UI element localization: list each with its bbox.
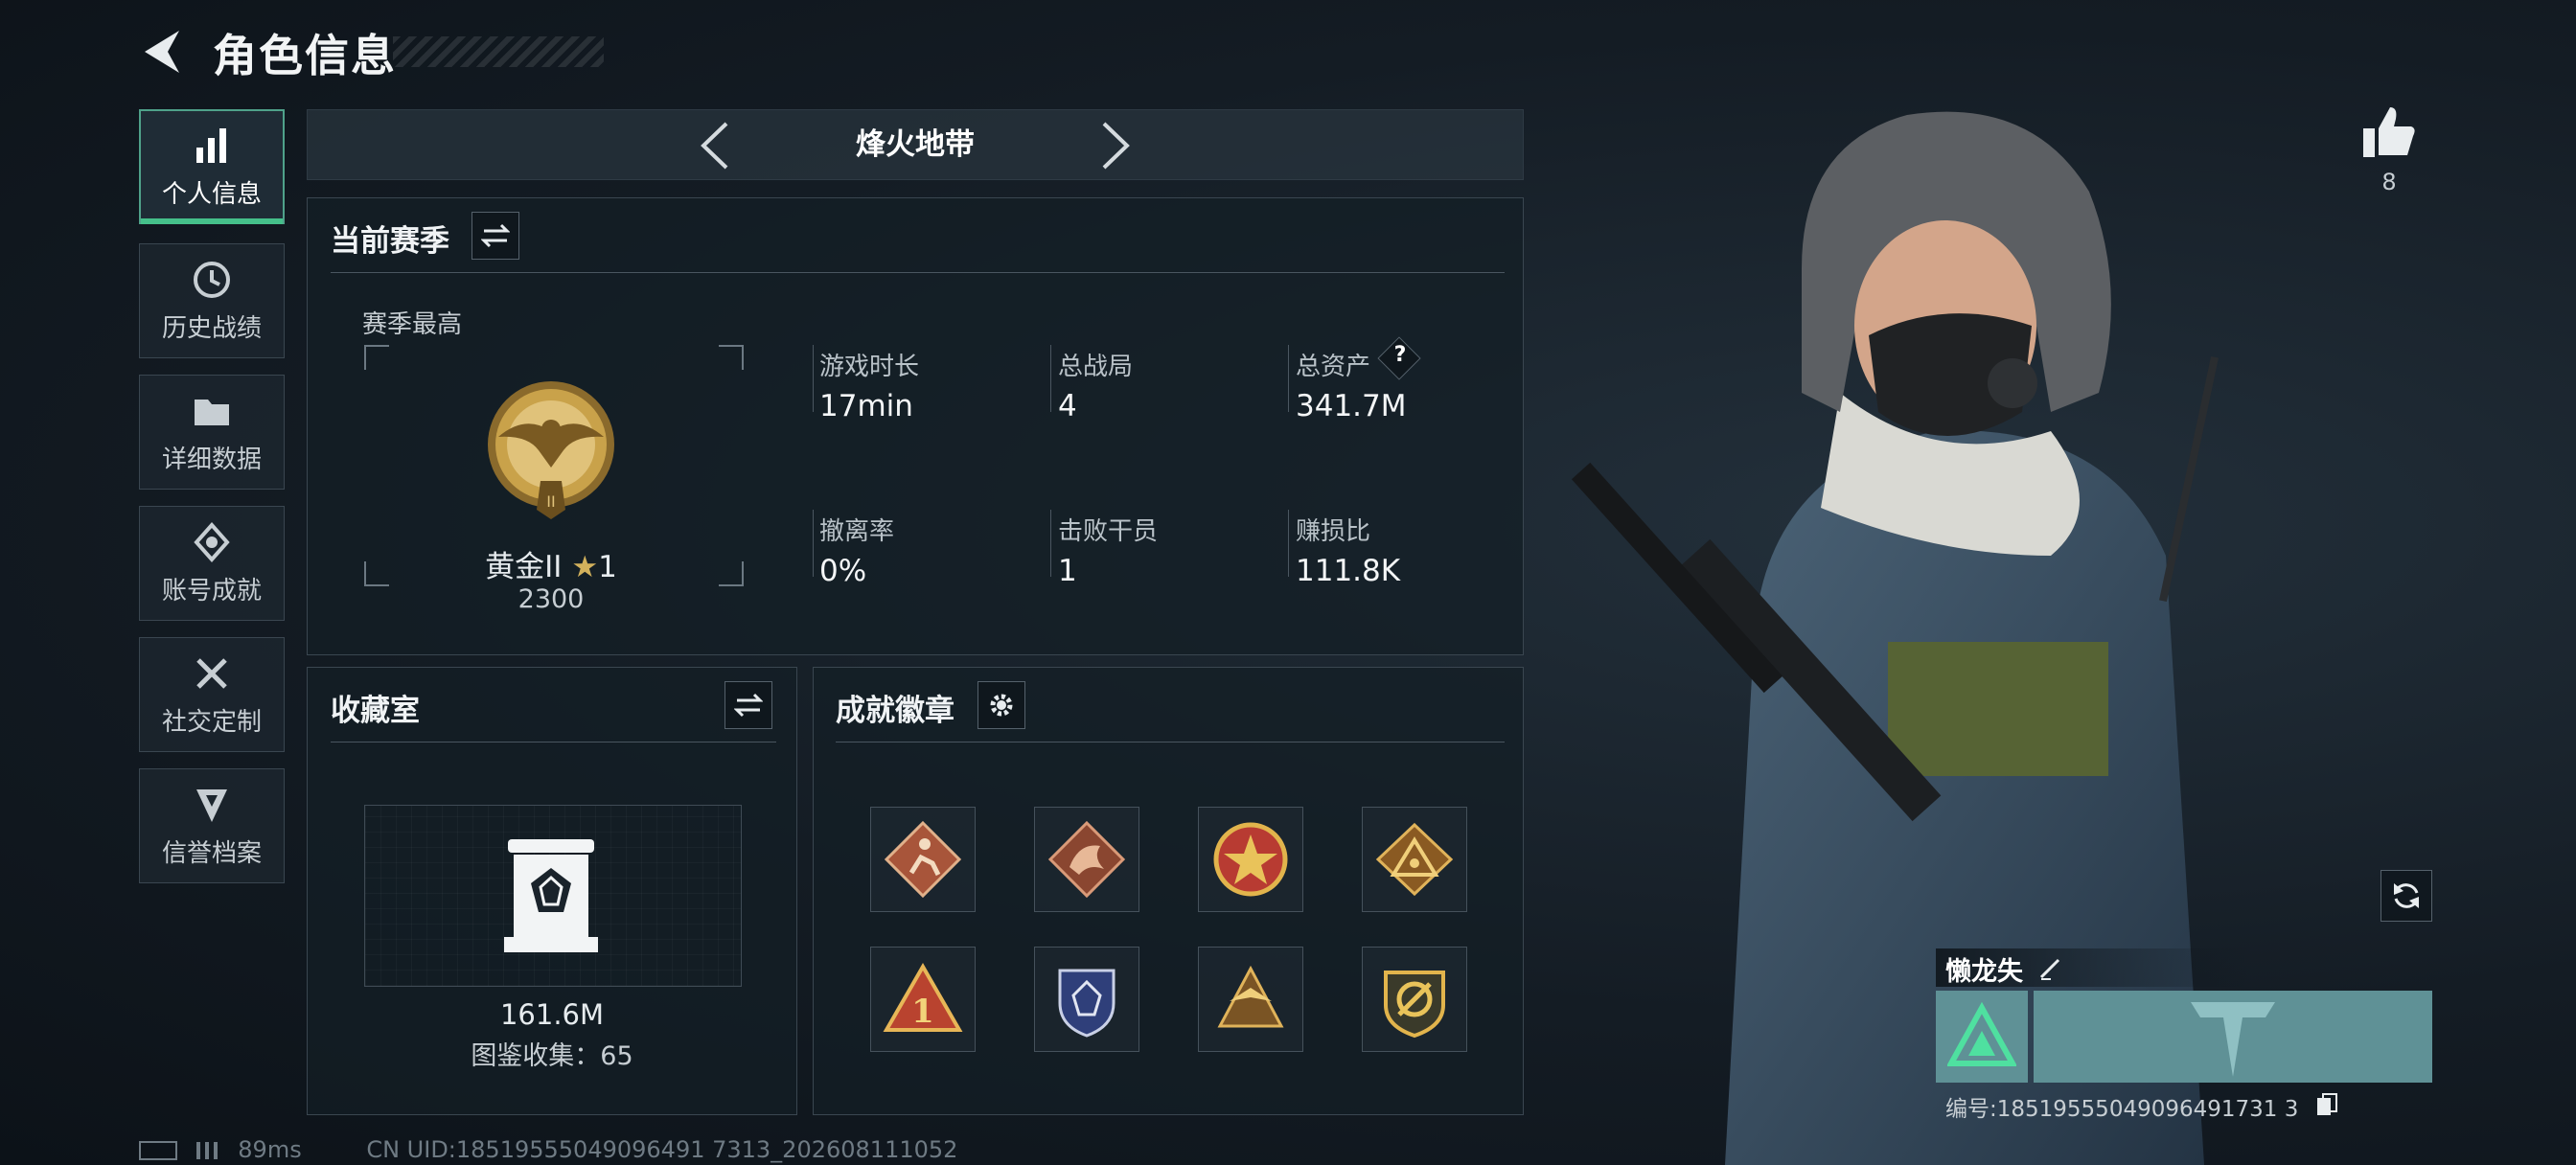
shield-badge-icon xyxy=(196,788,227,822)
edit-pencil-icon[interactable] xyxy=(2037,954,2064,981)
frame-corner xyxy=(364,345,389,370)
collection-switch-button[interactable] xyxy=(724,681,772,729)
stat-divider xyxy=(1050,345,1051,412)
stat-divider xyxy=(813,510,814,577)
tools-icon xyxy=(196,657,227,689)
svg-text:II: II xyxy=(546,492,555,511)
display-case-icon xyxy=(504,839,598,952)
ping-value: 89ms xyxy=(238,1136,302,1163)
signal-icon xyxy=(196,1142,221,1159)
rank-line: 黄金II ★1 xyxy=(362,542,740,585)
star-seal-badge-icon xyxy=(1213,822,1288,897)
winged-triangle-badge-icon xyxy=(1217,965,1284,1028)
badges-title: 成就徽章 xyxy=(836,694,954,728)
faction-logo-icon xyxy=(2191,1002,2275,1077)
season-title: 当前赛季 xyxy=(331,224,449,259)
gear-icon xyxy=(990,694,1013,717)
achievement-badge[interactable] xyxy=(870,807,976,912)
player-id: 编号:18519555049096491731 3 xyxy=(1945,1097,2299,1122)
sidebar-item-achievements[interactable]: 账号成就 xyxy=(139,506,285,621)
page-title: 角色信息 xyxy=(213,30,397,81)
sidebar-item-label: 详细数据 xyxy=(161,445,262,474)
achievement-badge[interactable] xyxy=(1034,807,1139,912)
stat-value: 0% xyxy=(819,554,867,588)
svg-text:1: 1 xyxy=(911,993,934,1031)
blue-crest-badge-icon xyxy=(1058,969,1116,1038)
sidebar-item-label: 历史战绩 xyxy=(161,313,262,343)
season-switch-button[interactable] xyxy=(472,212,519,260)
sidebar-item-history[interactable]: 历史战绩 xyxy=(139,243,285,358)
history-clock-icon xyxy=(194,261,230,298)
back-arrow-icon[interactable] xyxy=(139,27,187,77)
stat-label: 撤离率 xyxy=(819,517,895,546)
sidebar-item-label: 信誉档案 xyxy=(161,838,262,868)
stat-label: 击败干员 xyxy=(1058,517,1159,546)
sidebar-item-credit-record[interactable]: 信誉档案 xyxy=(139,768,285,883)
gold-rank-emblem-icon: II xyxy=(488,381,614,519)
medal-icon xyxy=(194,521,230,562)
folder-icon xyxy=(195,399,229,425)
sidebar-item-social-custom[interactable]: 社交定制 xyxy=(139,637,285,752)
sidebar-item-label: 个人信息 xyxy=(161,179,262,209)
collection-count: 图鉴收集：65 xyxy=(471,1041,633,1071)
stat-label: 总战局 xyxy=(1058,353,1134,381)
thumbs-up-icon[interactable] xyxy=(2361,105,2417,159)
achievement-badge[interactable]: 1 xyxy=(870,947,976,1052)
stat-label: 赚损比 xyxy=(1296,517,1371,546)
like-count: 8 xyxy=(2381,169,2397,195)
star-icon: ★ xyxy=(571,550,599,584)
rank-stars: 1 xyxy=(598,550,617,584)
sidebar-item-detailed-data[interactable]: 详细数据 xyxy=(139,375,285,490)
battery-icon xyxy=(139,1141,177,1160)
refresh-icon xyxy=(2394,883,2419,908)
mode-selector-label: 烽火地带 xyxy=(856,127,975,162)
swap-icon xyxy=(481,223,510,248)
help-icon: ? xyxy=(1393,343,1407,367)
status-bar: 89ms CN UID:18519555049096491 7313_20260… xyxy=(139,1136,957,1163)
uid-text: CN UID:18519555049096491 7313_2026081110… xyxy=(366,1136,958,1163)
sidebar-item-personal-info[interactable]: 个人信息 xyxy=(139,109,285,224)
sidebar-item-label: 账号成就 xyxy=(161,576,262,605)
player-name: 懒龙失 xyxy=(1945,957,2023,987)
frame-corner xyxy=(719,345,744,370)
stat-divider xyxy=(1050,510,1051,577)
rank-name: 黄金II xyxy=(485,550,563,584)
chevron-left-icon[interactable] xyxy=(698,120,732,171)
rank-points: 2300 xyxy=(518,584,585,614)
dragon-badge-icon xyxy=(1047,820,1126,899)
sidebar-item-label: 社交定制 xyxy=(161,707,262,737)
chevron-right-icon[interactable] xyxy=(1098,120,1133,171)
stat-value: 17min xyxy=(819,389,913,423)
achievement-badge[interactable] xyxy=(1198,807,1303,912)
copy-icon[interactable] xyxy=(2315,1092,2338,1117)
title-decoration xyxy=(393,36,604,67)
stat-divider xyxy=(1288,345,1289,412)
stat-label: 总资产 xyxy=(1296,353,1371,381)
stat-value: 4 xyxy=(1058,389,1077,423)
number-one-badge-icon: 1 xyxy=(883,962,963,1032)
rotate-model-button[interactable] xyxy=(2380,870,2432,922)
collection-value: 161.6M xyxy=(499,998,605,1031)
stat-label: 游戏时长 xyxy=(819,353,920,381)
achievement-badge[interactable] xyxy=(1034,947,1139,1052)
season-best-label: 赛季最高 xyxy=(362,310,463,339)
runner-badge-icon xyxy=(884,820,962,899)
stat-value: 341.7M xyxy=(1296,389,1407,423)
collection-title: 收藏室 xyxy=(331,694,420,728)
stat-divider xyxy=(1288,510,1289,577)
bar-chart-icon xyxy=(196,127,226,163)
achievement-badge[interactable] xyxy=(1198,947,1303,1052)
stat-divider xyxy=(813,345,814,412)
badges-settings-button[interactable] xyxy=(978,681,1025,729)
swap-icon xyxy=(734,693,763,718)
green-triangle-rank-icon xyxy=(1947,1002,2016,1066)
stat-value: 1 xyxy=(1058,554,1077,588)
stat-value: 111.8K xyxy=(1296,554,1401,588)
divider xyxy=(331,272,1505,273)
